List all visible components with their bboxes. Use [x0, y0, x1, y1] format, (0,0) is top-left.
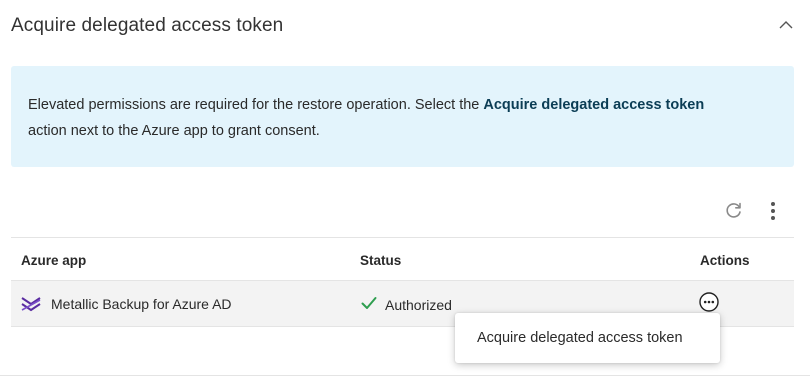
chevron-up-icon[interactable] [775, 14, 797, 36]
banner-text-after: action next to the Azure app to grant co… [28, 123, 320, 139]
actions-context-menu: Acquire delegated access token [455, 313, 720, 363]
azure-app-icon [21, 296, 41, 312]
menu-item-acquire-token[interactable]: Acquire delegated access token [455, 313, 720, 363]
table-header: Azure app Status Actions [11, 237, 794, 281]
banner-bold-text: Acquire delegated access token [483, 97, 705, 113]
info-banner: Elevated permissions are required for th… [11, 66, 794, 167]
delegated-access-panel: Acquire delegated access token Elevated … [0, 0, 810, 378]
column-header-azure-app[interactable]: Azure app [21, 253, 86, 268]
status-text: Authorized [385, 297, 452, 313]
banner-text-before: Elevated permissions are required for th… [28, 97, 484, 113]
section-header[interactable]: Acquire delegated access token [0, 0, 810, 54]
column-header-status[interactable]: Status [360, 253, 401, 268]
divider [0, 375, 810, 376]
refresh-icon[interactable] [724, 200, 744, 220]
section-title: Acquire delegated access token [11, 15, 284, 36]
check-icon [361, 296, 377, 310]
more-vertical-icon[interactable] [763, 200, 783, 222]
app-name: Metallic Backup for Azure AD [51, 296, 232, 312]
column-header-actions: Actions [700, 253, 750, 268]
more-horizontal-icon[interactable] [699, 292, 719, 312]
